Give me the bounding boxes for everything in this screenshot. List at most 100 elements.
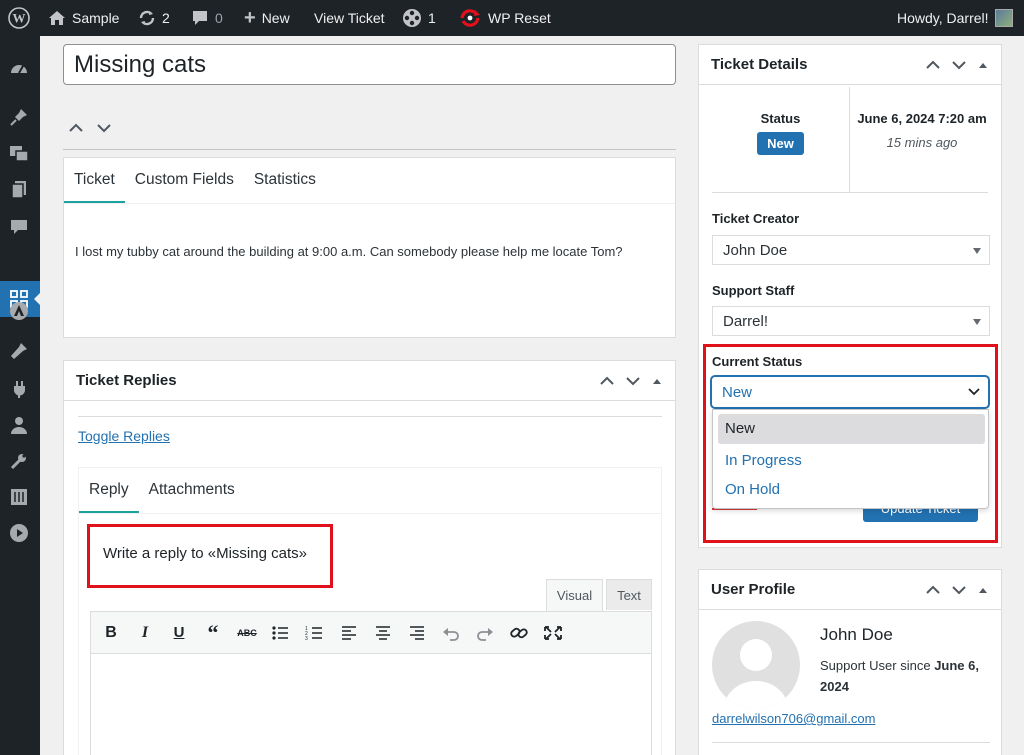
highlight-box	[87, 524, 333, 588]
wordpress-logo-icon[interactable]: W	[8, 0, 30, 36]
wp-reset-link[interactable]: WP Reset	[458, 0, 551, 36]
editor-toolbar: B I U “ ABC 123	[90, 611, 652, 654]
date-cell: June 6, 2024 7:20 am 15 mins ago	[857, 109, 987, 153]
creator-label: Ticket Creator	[712, 211, 800, 226]
profile-name: John Doe	[820, 625, 893, 644]
undo-icon[interactable]	[441, 625, 461, 641]
comments-icon[interactable]	[8, 216, 30, 238]
tools-icon[interactable]	[8, 450, 30, 472]
site-name-link[interactable]: Sample	[48, 0, 119, 36]
admin-avatar	[994, 9, 1013, 27]
ticket-content-panel: Ticket Custom Fields Statistics I lost m…	[63, 157, 676, 338]
tab-custom-fields[interactable]: Custom Fields	[125, 158, 244, 203]
toggle-panel-icon[interactable]	[977, 584, 989, 596]
play-icon[interactable]	[8, 522, 30, 544]
ticket-body: I lost my tubby cat around the building …	[75, 244, 623, 259]
tab-attachments[interactable]: Attachments	[139, 468, 245, 513]
ticket-details-header: Ticket Details	[699, 45, 1001, 85]
comments-count: 0	[215, 10, 223, 26]
my-account-link[interactable]: Howdy, Darrel!	[897, 0, 1013, 36]
svg-text:3: 3	[305, 636, 308, 641]
strikethrough-icon[interactable]: ABC	[237, 628, 257, 638]
editor-tab-text[interactable]: Text	[606, 579, 652, 610]
reply-tabs: Reply Attachments	[79, 468, 661, 514]
tab-reply[interactable]: Reply	[79, 468, 139, 513]
film-reel-icon	[403, 9, 421, 27]
align-right-icon[interactable]	[407, 625, 427, 641]
user-profile-header: User Profile	[699, 570, 1001, 610]
chevron-up-icon[interactable]	[68, 120, 84, 136]
since-prefix: Support User since	[820, 658, 931, 673]
dashboard-icon[interactable]	[8, 58, 30, 80]
creator-select[interactable]: John Doe	[712, 235, 990, 265]
comments-link[interactable]: 0	[191, 0, 223, 36]
admin-bar: W Sample 2 0 + New View Ticket 1 WP Rese…	[0, 0, 1024, 36]
chevron-up-icon[interactable]	[925, 582, 941, 598]
link-icon[interactable]	[509, 625, 529, 641]
divider	[712, 742, 990, 743]
astra-icon[interactable]	[8, 300, 30, 322]
fullscreen-icon[interactable]	[543, 625, 563, 641]
appearance-icon[interactable]	[8, 340, 30, 362]
tab-statistics[interactable]: Statistics	[244, 158, 326, 203]
replies-heading: Ticket Replies	[76, 372, 177, 389]
pages-icon[interactable]	[8, 178, 30, 200]
reply-panel: Reply Attachments Write a reply to «Miss…	[78, 467, 662, 755]
underline-icon[interactable]: U	[169, 624, 189, 641]
users-icon[interactable]	[8, 414, 30, 436]
chevron-down-icon[interactable]	[951, 582, 967, 598]
editor-tab-visual[interactable]: Visual	[546, 579, 603, 611]
plugin-count: 1	[428, 10, 436, 26]
staff-select[interactable]: Darrel!	[712, 306, 990, 336]
wp-reset-icon	[460, 9, 480, 27]
ticket-title-input[interactable]	[63, 44, 676, 85]
chevron-up-icon[interactable]	[925, 57, 941, 73]
align-center-icon[interactable]	[373, 625, 393, 641]
divider	[63, 149, 676, 150]
profile-since: Support User since June 6, 2024	[820, 655, 995, 697]
bullet-list-icon[interactable]	[271, 625, 291, 641]
toggle-panel-icon[interactable]	[651, 375, 663, 387]
status-label: Status	[760, 111, 801, 126]
new-content-link[interactable]: + New	[244, 0, 290, 36]
toggle-panel-icon[interactable]	[977, 59, 989, 71]
chevron-up-icon[interactable]	[599, 373, 615, 389]
tab-ticket[interactable]: Ticket	[64, 158, 125, 203]
toggle-replies-link[interactable]: Toggle Replies	[78, 428, 170, 444]
blockquote-icon[interactable]: “	[203, 621, 223, 643]
bold-icon[interactable]: B	[101, 624, 121, 642]
chevron-down-icon[interactable]	[951, 57, 967, 73]
home-icon	[49, 11, 65, 25]
user-profile-box: User Profile John Doe Support User since…	[698, 569, 1002, 755]
plugins-icon[interactable]	[8, 378, 30, 400]
plugin-notifications-link[interactable]: 1	[402, 0, 436, 36]
reply-editor-area[interactable]	[90, 654, 652, 755]
settings-icon[interactable]	[8, 486, 30, 508]
numbered-list-icon[interactable]: 123	[305, 625, 325, 641]
redo-icon[interactable]	[475, 625, 495, 641]
pin-icon[interactable]	[8, 106, 30, 128]
wp-reset-label: WP Reset	[488, 10, 551, 26]
status-cell: Status New	[712, 87, 850, 193]
view-ticket-link[interactable]: View Ticket	[314, 0, 385, 36]
site-name: Sample	[72, 10, 120, 26]
align-left-icon[interactable]	[339, 625, 359, 641]
highlight-box	[703, 344, 998, 543]
view-ticket-label: View Ticket	[314, 10, 385, 26]
chevron-down-icon[interactable]	[625, 373, 641, 389]
ticket-details-heading: Ticket Details	[711, 56, 808, 73]
media-icon[interactable]	[8, 142, 30, 164]
updates-link[interactable]: 2	[138, 0, 170, 36]
ticket-box-controls	[68, 120, 112, 136]
comment-icon	[193, 11, 207, 25]
status-date-block: Status New June 6, 2024 7:20 am 15 mins …	[712, 87, 988, 193]
italic-icon[interactable]: I	[135, 624, 155, 642]
chevron-down-icon[interactable]	[96, 120, 112, 136]
user-profile-heading: User Profile	[711, 581, 796, 598]
avatar	[712, 621, 800, 709]
status-badge: New	[757, 132, 804, 155]
admin-menu	[0, 36, 40, 755]
profile-email-link[interactable]: darrelwilson706@gmail.com	[712, 711, 875, 726]
staff-label: Support Staff	[712, 283, 795, 298]
new-label: New	[261, 10, 290, 26]
